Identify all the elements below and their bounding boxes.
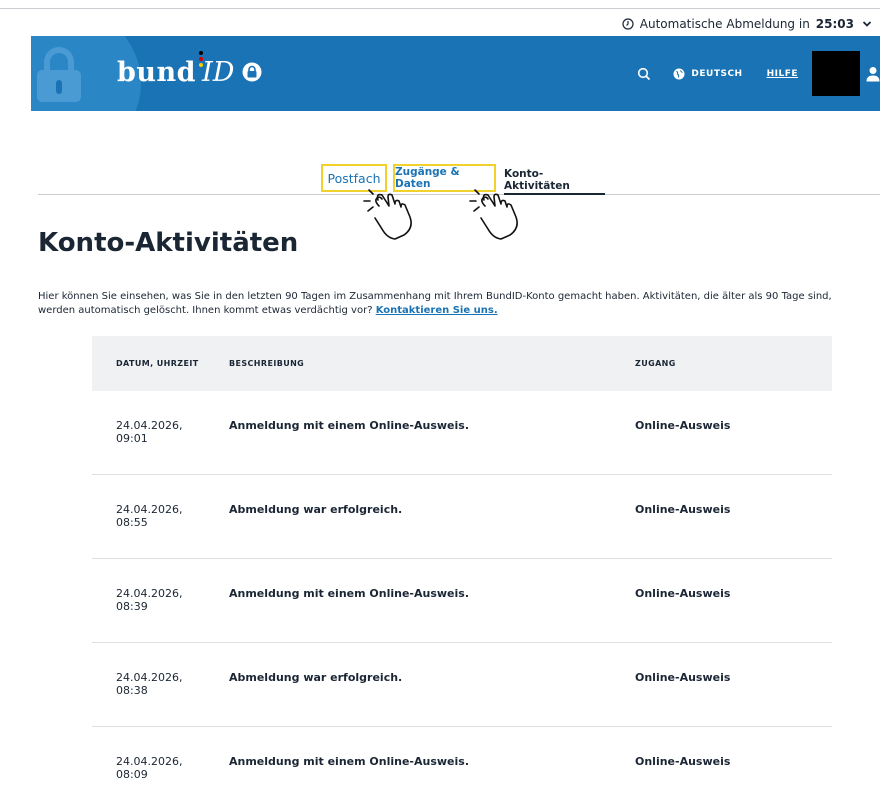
language-label: DEUTSCH [691,68,743,79]
flag-dots [199,50,204,69]
table-header: DATUM, UHRZEIT BESCHREIBUNG ZUGANG [92,336,832,391]
padlock-icon [242,62,262,82]
row-description: Abmeldung war erfolgreich. [229,671,403,684]
row-description: Anmeldung mit einem Online-Ausweis. [229,587,470,600]
row-datetime: 24.04.2026, 08:09 [92,727,229,781]
logout-label: Automatische Abmeldung in [639,17,810,31]
row-date: 24.04.2026, [116,755,183,768]
table-row: 24.04.2026, 08:39 Anmeldung mit einem Onl… [92,559,832,643]
page-title: Konto-Aktivitäten [38,228,299,258]
chevron-down-icon[interactable] [862,19,872,29]
row-description: Anmeldung mit einem Online-Ausweis. [229,755,470,768]
contact-link[interactable]: Kontaktieren Sie uns. [376,305,498,316]
row-access: Online-Ausweis [635,671,731,684]
site-header: bund ID DEUTSCH HILFE [31,36,880,111]
activity-table: DATUM, UHRZEIT BESCHREIBUNG ZUGANG 24.04… [92,336,832,811]
row-time: 08:39 [116,600,148,613]
search-icon[interactable] [637,67,651,81]
row-date: 24.04.2026, [116,587,183,600]
globe-icon [673,68,685,79]
row-access: Online-Ausweis [635,755,731,768]
table-row: 24.04.2026, 08:09 Anmeldung mit einem Onl… [92,727,832,811]
header-date: DATUM, UHRZEIT [116,359,199,368]
row-date: 24.04.2026, [116,503,183,516]
brand-id: ID [199,50,235,88]
tabs-divider [38,194,880,195]
row-datetime: 24.04.2026, 08:55 [92,475,229,529]
tap-hand-icon [363,189,412,240]
row-description: Anmeldung mit einem Online-Ausweis. [229,419,470,432]
user-icon[interactable] [866,66,880,82]
tap-hand-icon [469,189,518,240]
bundid-logo[interactable]: bund ID [117,50,262,94]
table-row: 24.04.2026, 09:01 Anmeldung mit einem Onl… [92,391,832,475]
row-description: Abmeldung war erfolgreich. [229,503,403,516]
row-time: 08:55 [116,516,148,529]
row-time: 08:38 [116,684,148,697]
header-description: BESCHREIBUNG [229,359,305,368]
row-access: Online-Ausweis [635,587,731,600]
row-time: 08:09 [116,768,148,781]
row-date: 24.04.2026, [116,671,183,684]
auto-logout-bar[interactable]: Automatische Abmeldung in 25:03 [622,14,872,34]
lock-icon [37,47,81,102]
table-row: 24.04.2026, 08:55 Abmeldung war erfolgrei… [92,475,832,559]
row-access: Online-Ausweis [635,419,731,432]
logout-countdown: 25:03 [815,17,854,31]
clock-icon [622,18,634,30]
row-date: 24.04.2026, [116,419,183,432]
brand-word: bund [117,56,197,88]
row-datetime: 24.04.2026, 08:39 [92,559,229,613]
help-link[interactable]: HILFE [767,69,798,79]
redacted-box [812,51,860,96]
brand-id-text: ID [202,56,235,88]
top-divider [0,8,880,9]
table-row: 24.04.2026, 08:38 Abmeldung war erfolgrei… [92,643,832,727]
header-nav: DEUTSCH HILFE [637,36,880,111]
language-switcher[interactable]: DEUTSCH [673,68,742,80]
row-time: 09:01 [116,432,148,445]
row-datetime: 24.04.2026, 09:01 [92,391,229,445]
row-access: Online-Ausweis [635,503,731,516]
header-access: ZUGANG [635,359,676,368]
intro-text: Hier können Sie einsehen, was Sie in den… [38,290,868,318]
row-datetime: 24.04.2026, 08:38 [92,643,229,697]
